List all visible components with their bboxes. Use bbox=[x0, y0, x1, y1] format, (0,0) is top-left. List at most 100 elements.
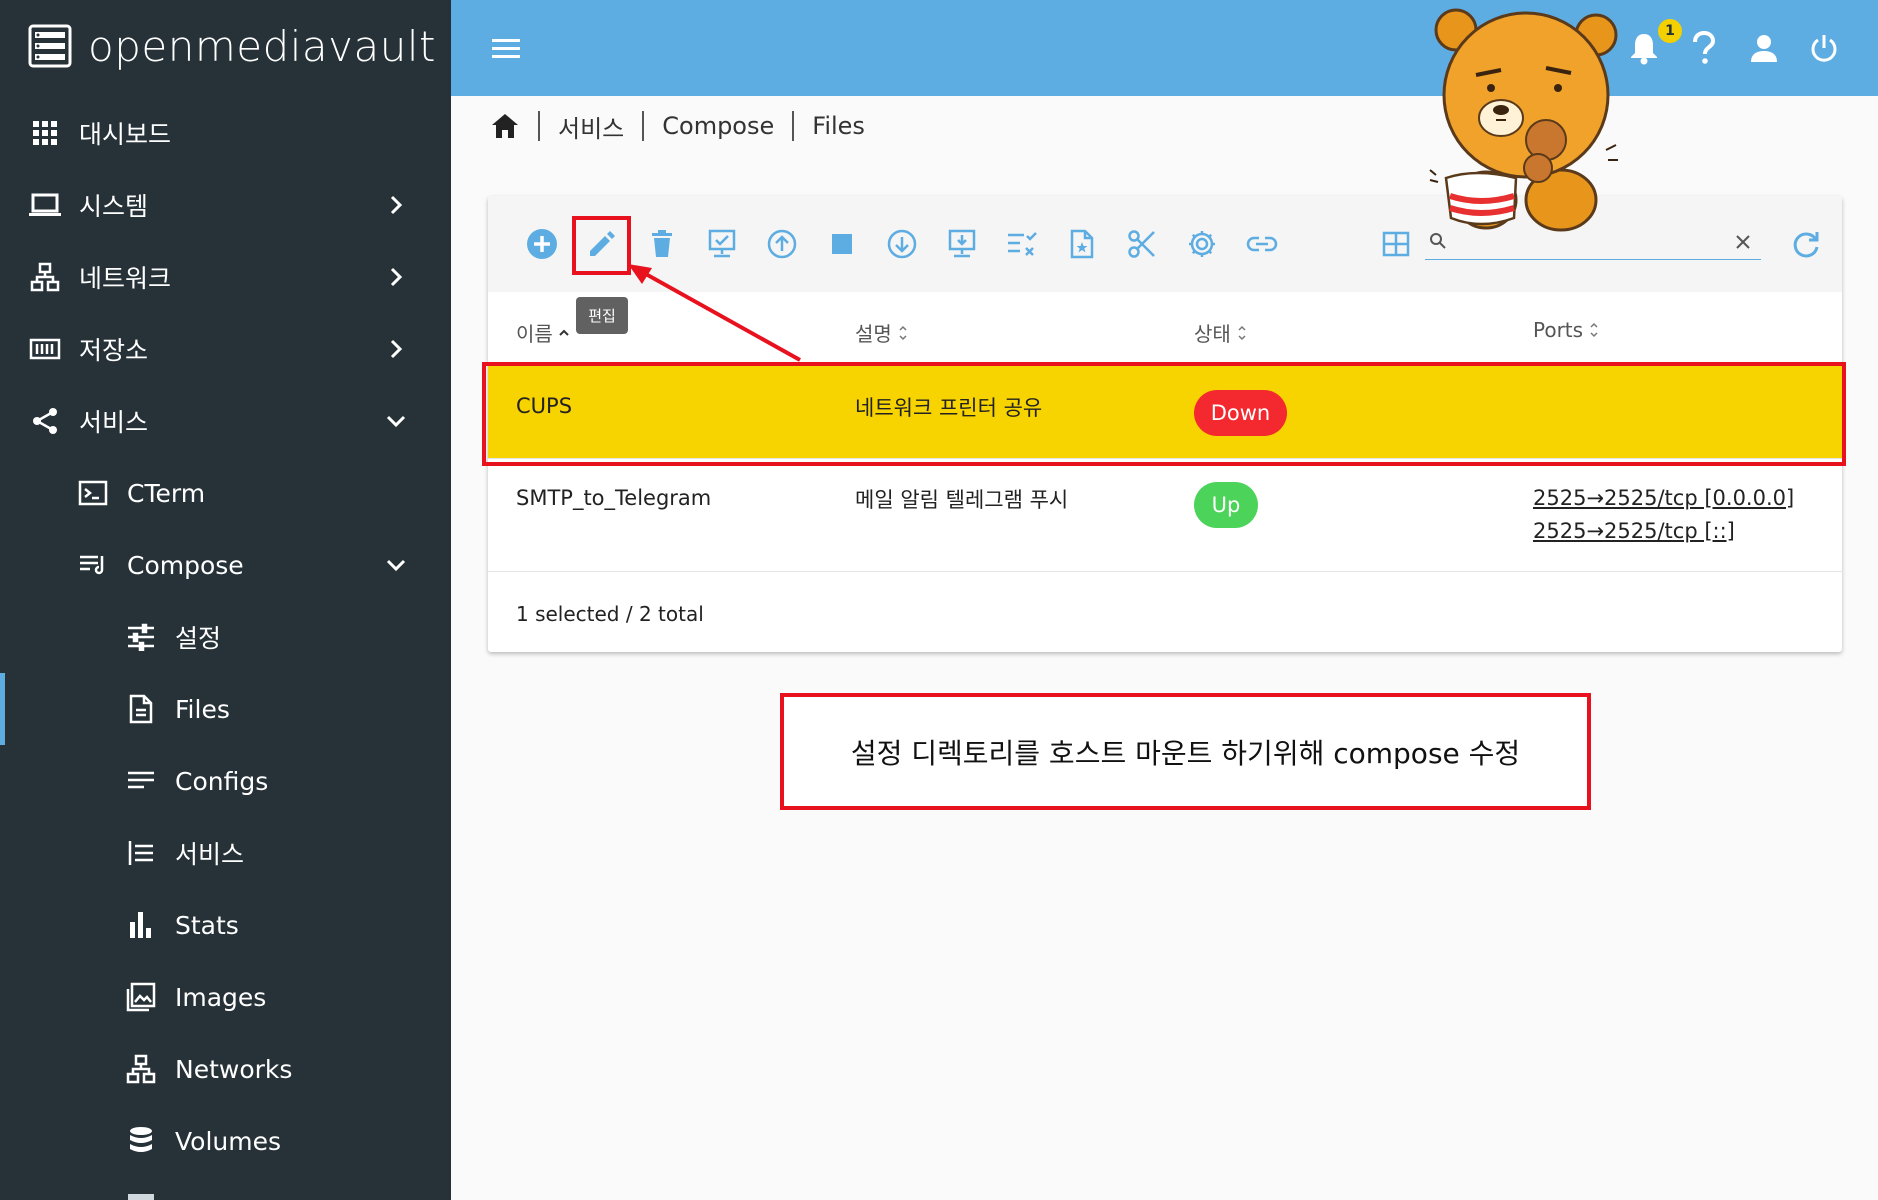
list-check-icon bbox=[1008, 232, 1037, 256]
sidebar-item-files[interactable]: Files bbox=[0, 673, 451, 745]
power-icon bbox=[1811, 35, 1837, 62]
header-name[interactable]: 이름 bbox=[516, 318, 571, 347]
sidebar-item-label: Configs bbox=[175, 766, 269, 796]
sidebar-item-label: Files bbox=[175, 694, 230, 724]
file-star-icon bbox=[1070, 229, 1094, 259]
header-status-label: 상태 bbox=[1194, 322, 1231, 346]
power-button[interactable] bbox=[1804, 28, 1844, 68]
header-description[interactable]: 설명 bbox=[855, 318, 910, 347]
user-button[interactable] bbox=[1744, 28, 1784, 68]
network-icon bbox=[124, 1052, 158, 1086]
sidebar-item-label: 서비스 bbox=[175, 840, 245, 869]
header-ports[interactable]: Ports bbox=[1533, 318, 1601, 342]
column-toggle-button[interactable] bbox=[1376, 224, 1416, 264]
sidebar-item-configs[interactable]: Configs bbox=[0, 745, 451, 817]
header-ports-label: Ports bbox=[1533, 318, 1584, 342]
row-divider bbox=[488, 571, 1842, 572]
breadcrumb-services[interactable]: 서비스 bbox=[558, 109, 624, 144]
storage-icon bbox=[28, 332, 62, 366]
refresh-button[interactable] bbox=[1786, 224, 1826, 264]
chevron-down-icon bbox=[386, 415, 406, 428]
lines-icon bbox=[124, 764, 158, 798]
sidebar-item-networks[interactable]: Networks bbox=[0, 1033, 451, 1105]
sidebar-item-label: Networks bbox=[175, 1054, 293, 1084]
check-list-button[interactable] bbox=[1002, 224, 1042, 264]
sort-icon bbox=[899, 325, 907, 340]
sidebar-item-cterm[interactable]: CTerm bbox=[0, 457, 451, 529]
down-button[interactable] bbox=[882, 224, 922, 264]
menu-toggle-button[interactable] bbox=[486, 28, 526, 68]
stop-button[interactable] bbox=[822, 224, 862, 264]
sidebar-item-stats[interactable]: Stats bbox=[0, 889, 451, 961]
breadcrumb-separator bbox=[792, 111, 795, 141]
scissors-icon bbox=[1128, 230, 1155, 258]
sidebar-item-system[interactable]: 시스템 bbox=[0, 169, 451, 241]
pull-button[interactable] bbox=[942, 224, 982, 264]
brand-name: openmediavault bbox=[88, 21, 436, 71]
sidebar-item-dashboard[interactable]: 대시보드 bbox=[0, 97, 451, 169]
breadcrumb-separator bbox=[642, 111, 645, 141]
file-star-button[interactable] bbox=[1062, 224, 1102, 264]
settings-button[interactable] bbox=[1182, 224, 1222, 264]
breadcrumb-files: Files bbox=[812, 112, 865, 140]
header-status[interactable]: 상태 bbox=[1194, 318, 1249, 347]
add-button[interactable] bbox=[522, 224, 562, 264]
user-icon bbox=[1751, 35, 1777, 62]
tune-icon bbox=[124, 620, 158, 654]
sort-asc-icon bbox=[559, 329, 569, 336]
terminal-icon bbox=[76, 476, 110, 510]
chevron-down-icon bbox=[386, 559, 406, 572]
sidebar-item-label: 대시보드 bbox=[79, 120, 172, 149]
arrow-down-circle-icon bbox=[887, 229, 917, 259]
file-icon bbox=[124, 692, 158, 726]
sidebar-item-network[interactable]: 네트워크 bbox=[0, 241, 451, 313]
header-name-label: 이름 bbox=[516, 322, 553, 346]
chevron-right-icon bbox=[390, 195, 403, 215]
dashboard-grid-icon bbox=[28, 116, 62, 150]
sidebar-item-label: 네트워크 bbox=[79, 264, 172, 293]
hamburger-icon bbox=[492, 39, 520, 58]
sidebar-item-label: Stats bbox=[175, 910, 239, 940]
sidebar-item-label: Compose bbox=[127, 550, 244, 580]
sidebar-item-compose-settings[interactable]: 설정 bbox=[0, 601, 451, 673]
sidebar: openmediavault 대시보드 시스템 네트워크 저장소 서비스 CTe… bbox=[0, 0, 451, 1200]
sidebar-item-compose-services[interactable]: 서비스 bbox=[0, 817, 451, 889]
chevron-right-icon bbox=[390, 267, 403, 287]
brand[interactable]: openmediavault bbox=[28, 21, 436, 71]
sidebar-item-label: 서비스 bbox=[79, 408, 149, 437]
compose-icon bbox=[76, 548, 110, 582]
network-icon bbox=[28, 260, 62, 294]
annotation-note: 설정 디렉토리를 호스트 마운트 하기위해 compose 수정 bbox=[780, 693, 1591, 810]
sidebar-item-label: Volumes bbox=[175, 1126, 282, 1156]
port-link[interactable]: 2525→2525/tcp [0.0.0.0] bbox=[1533, 486, 1794, 510]
sidebar-item-images[interactable]: Images bbox=[0, 961, 451, 1033]
sidebar-item-label: 설정 bbox=[175, 624, 222, 653]
bell-icon bbox=[1631, 34, 1657, 65]
sidebar-item-label: 저장소 bbox=[79, 336, 149, 365]
refresh-icon bbox=[1793, 232, 1819, 258]
row-name: SMTP_to_Telegram bbox=[516, 486, 712, 510]
notification-badge: 1 bbox=[1658, 19, 1682, 43]
selection-summary: 1 selected / 2 total bbox=[516, 602, 704, 626]
add-circle-icon bbox=[527, 229, 557, 259]
breadcrumb-compose[interactable]: Compose bbox=[662, 112, 774, 140]
sidebar-item-services[interactable]: 서비스 bbox=[0, 385, 451, 457]
status-badge: Up bbox=[1194, 482, 1258, 528]
stop-icon bbox=[832, 234, 852, 254]
bear-mascot-sticker bbox=[1429, 8, 1618, 232]
sidebar-item-volumes[interactable]: Volumes bbox=[0, 1105, 451, 1177]
link-icon bbox=[1246, 236, 1278, 252]
row-description: 메일 알림 텔레그램 푸시 bbox=[855, 488, 1069, 512]
bar-chart-icon bbox=[124, 908, 158, 942]
sidebar-item-label: CTerm bbox=[127, 478, 206, 508]
link-button[interactable] bbox=[1242, 224, 1282, 264]
annotation-arrow bbox=[628, 264, 801, 362]
table-columns-icon bbox=[1382, 231, 1410, 257]
cut-button[interactable] bbox=[1122, 224, 1162, 264]
port-link[interactable]: 2525→2525/tcp [::] bbox=[1533, 519, 1735, 543]
clear-icon[interactable] bbox=[1735, 234, 1751, 250]
home-icon[interactable] bbox=[490, 112, 520, 140]
sidebar-item-storage[interactable]: 저장소 bbox=[0, 313, 451, 385]
help-button[interactable] bbox=[1684, 28, 1724, 68]
sidebar-item-compose[interactable]: Compose bbox=[0, 529, 451, 601]
